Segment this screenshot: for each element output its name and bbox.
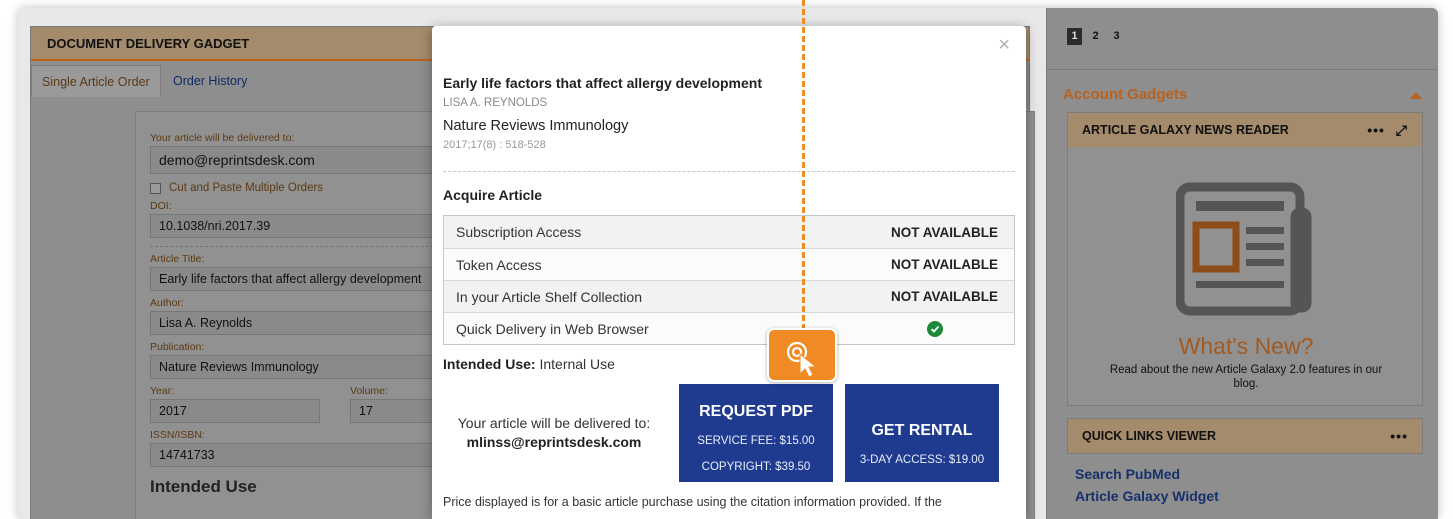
request-pdf-label: REQUEST PDF (699, 403, 813, 420)
quick-links-title: QUICK LINKS VIEWER (1082, 429, 1217, 443)
quick-links-widget: QUICK LINKS VIEWER ••• (1067, 418, 1423, 454)
whats-new-title: What's New? (1178, 333, 1314, 359)
delivery-email: mlinss@reprintsdesk.com (466, 434, 642, 450)
check-circle-icon (927, 320, 943, 337)
modal-author: LISA A. REYNOLDS (443, 97, 548, 109)
search-pubmed-link[interactable]: Search PubMed (1047, 466, 1438, 482)
access-label: In your Article Shelf Collection (456, 288, 642, 305)
access-label: Quick Delivery in Web Browser (456, 320, 649, 337)
news-reader-widget: ARTICLE GALAXY NEWS READER ••• ⤢ What's … (1067, 112, 1423, 406)
get-rental-button[interactable]: GET RENTAL 3-DAY ACCESS: $19.00 (845, 384, 999, 482)
rental-access-label: 3-DAY ACCESS: $19.00 (859, 454, 985, 466)
quick-links-header: QUICK LINKS VIEWER ••• (1068, 419, 1422, 453)
access-row-token: Token Access NOT AVAILABLE (444, 248, 1014, 280)
access-options-table: Subscription Access NOT AVAILABLE Token … (443, 215, 1015, 345)
close-icon[interactable]: × (998, 34, 1010, 57)
intended-use-value: Internal Use (539, 356, 615, 372)
cut-paste-label: Cut and Paste Multiple Orders (169, 182, 324, 194)
click-pointer-badge (767, 328, 837, 382)
news-reader-body[interactable]: What's New? Read about the new Article G… (1068, 147, 1422, 405)
service-fee-label: SERVICE FEE: $15.00 (697, 435, 815, 447)
page-1-button[interactable]: 1 (1067, 28, 1082, 45)
more-options-icon[interactable]: ••• (1367, 122, 1385, 138)
news-reader-title: ARTICLE GALAXY NEWS READER (1082, 123, 1289, 137)
page-2-button[interactable]: 2 (1088, 28, 1103, 45)
expand-icon[interactable]: ⤢ (1396, 122, 1408, 138)
access-status: NOT AVAILABLE (891, 289, 998, 304)
delivery-info: Your article will be delivered to: mlins… (443, 414, 665, 452)
access-row-article-shelf: In your Article Shelf Collection NOT AVA… (444, 280, 1014, 312)
access-row-quick-delivery: Quick Delivery in Web Browser (444, 312, 1014, 344)
modal-citation: 2017;17(8) : 518-528 (443, 139, 546, 151)
account-gadgets-title: Account Gadgets (1063, 86, 1188, 103)
year-label: Year: (150, 385, 175, 397)
gadget-pager: 1 2 3 (1047, 8, 1438, 70)
modal-journal: Nature Reviews Immunology (443, 118, 629, 134)
click-cursor-icon (786, 341, 818, 378)
access-status: NOT AVAILABLE (891, 224, 998, 240)
modal-divider (443, 171, 1015, 172)
access-status: NOT AVAILABLE (891, 257, 998, 272)
acquire-article-heading: Acquire Article (443, 187, 543, 203)
right-sidebar: 1 2 3 Account Gadgets ARTICLE GALAXY NEW… (1046, 8, 1438, 519)
modal-article-title: Early life factors that affect allergy d… (443, 75, 762, 91)
access-label: Token Access (456, 256, 542, 273)
cut-paste-checkbox[interactable] (150, 182, 161, 194)
newspaper-icon (1176, 182, 1312, 316)
acquire-article-modal: × Early life factors that affect allergy… (432, 26, 1026, 519)
intended-use-line: Intended Use: Internal Use (443, 356, 615, 372)
news-reader-controls[interactable]: ••• ⤢ (1367, 113, 1408, 147)
access-row-subscription: Subscription Access NOT AVAILABLE (444, 216, 1014, 248)
copyright-fee-label: COPYRIGHT: $39.50 (701, 461, 811, 473)
news-reader-header: ARTICLE GALAXY NEWS READER ••• ⤢ (1068, 113, 1422, 147)
intended-use-label: Intended Use: (443, 356, 536, 372)
annotation-dashed-line (802, 0, 805, 330)
whats-new-blurb: Read about the new Article Galaxy 2.0 fe… (1109, 364, 1383, 390)
get-rental-label: GET RENTAL (871, 422, 973, 439)
price-note: Price displayed is for a basic article p… (443, 495, 942, 509)
article-galaxy-widget-link[interactable]: Article Galaxy Widget (1047, 488, 1438, 504)
tab-single-article-order[interactable]: Single Article Order (31, 65, 161, 97)
quick-links-more-icon[interactable]: ••• (1390, 419, 1408, 453)
account-gadgets-header[interactable]: Account Gadgets (1047, 78, 1438, 112)
collapse-caret-icon[interactable] (1410, 92, 1422, 99)
year-field[interactable]: 2017 (150, 399, 320, 423)
page-3-button[interactable]: 3 (1109, 28, 1124, 45)
tab-order-history[interactable]: Order History (163, 65, 257, 97)
delivery-label: Your article will be delivered to: (457, 415, 651, 431)
request-pdf-button[interactable]: REQUEST PDF SERVICE FEE: $15.00 COPYRIGH… (679, 384, 833, 482)
access-label: Subscription Access (456, 224, 582, 240)
